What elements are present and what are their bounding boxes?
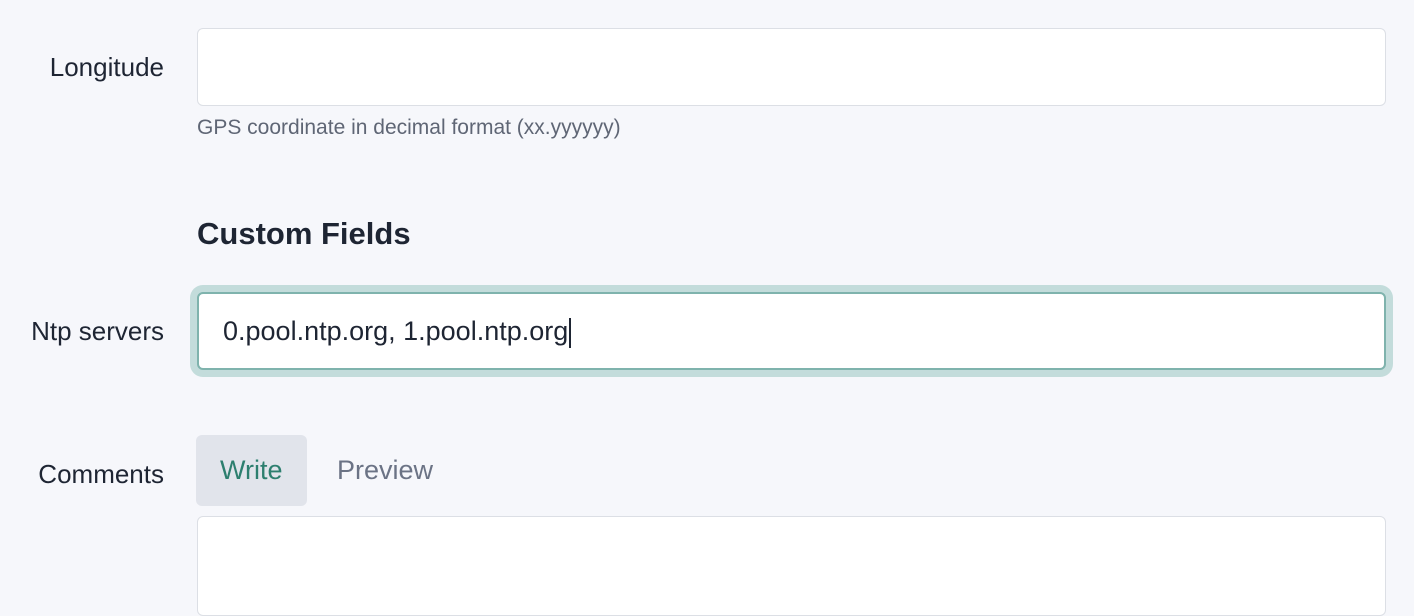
ntp-servers-value: 0.pool.ntp.org, 1.pool.ntp.org — [223, 316, 569, 346]
tab-preview[interactable]: Preview — [313, 435, 457, 506]
text-caret — [569, 317, 572, 348]
ntp-servers-input[interactable]: 0.pool.ntp.org, 1.pool.ntp.org — [197, 292, 1386, 370]
longitude-input[interactable] — [197, 28, 1386, 106]
comments-label: Comments — [38, 459, 164, 489]
longitude-help-text: GPS coordinate in decimal format (xx.yyy… — [197, 116, 621, 139]
longitude-label: Longitude — [49, 52, 164, 82]
tab-write[interactable]: Write — [196, 435, 307, 506]
custom-fields-heading: Custom Fields — [197, 216, 411, 251]
comments-textarea[interactable] — [197, 516, 1386, 616]
ntp-servers-label: Ntp servers — [31, 316, 164, 346]
